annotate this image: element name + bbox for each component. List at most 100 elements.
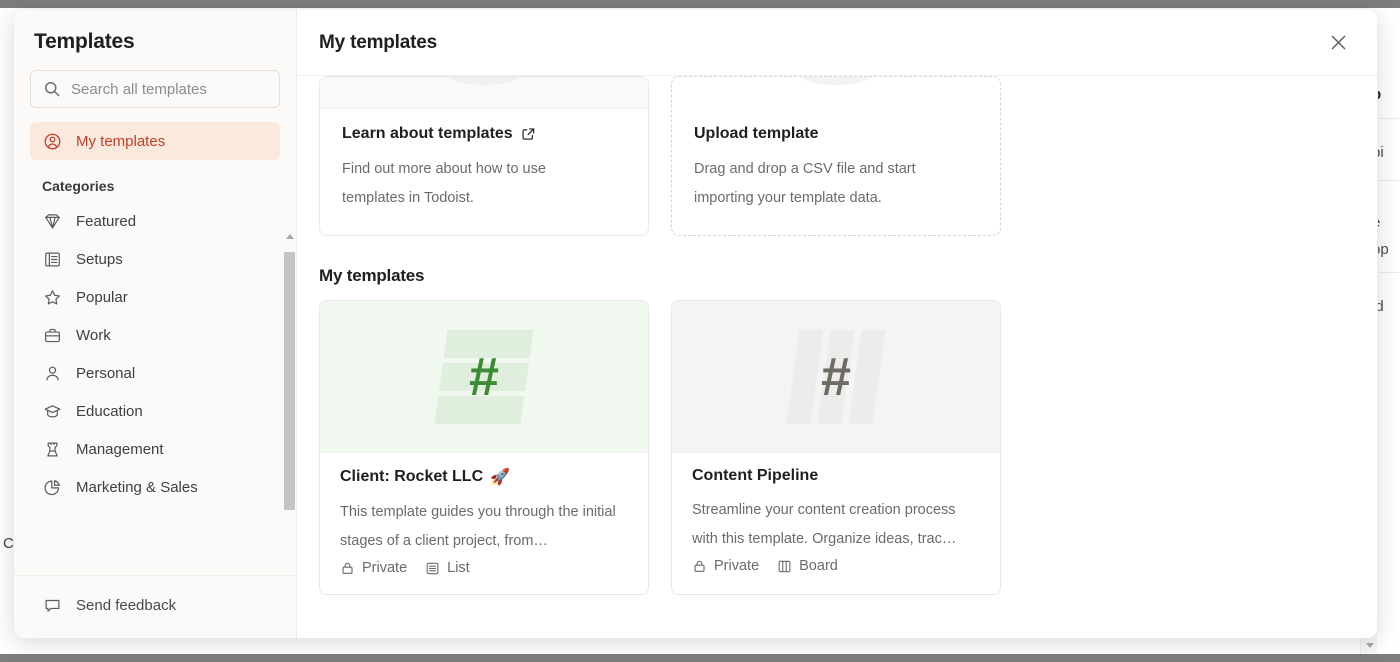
main-header: My templates [297,10,1377,76]
thumbnail-shape [793,77,879,85]
chess-rook-icon [42,440,62,459]
template-card[interactable]: # Content Pipeline Streamline your conte… [671,300,1001,595]
sidebar-item-education[interactable]: Education [30,392,280,430]
sidebar-item-label: Work [76,326,111,344]
top-cards-row: Learn about templates Find out more abou… [319,76,1355,236]
pie-chart-icon [42,478,62,497]
sidebar-item-popular[interactable]: Popular [30,278,280,316]
card-title: Learn about templates [342,125,513,142]
send-feedback-button[interactable]: Send feedback [30,586,280,624]
card-body: Upload template Drag and drop a CSV file… [672,109,1000,235]
template-thumbnail: # [672,301,1000,453]
list-panel-icon [42,250,62,269]
briefcase-icon [42,326,62,345]
upload-template-card[interactable]: Upload template Drag and drop a CSV file… [671,76,1001,236]
card-title-row: Learn about templates [342,125,626,143]
sidebar-scrollbar-up-arrow-icon[interactable] [283,230,296,243]
send-feedback-label: Send feedback [76,596,177,614]
sidebar-footer: Send feedback [14,575,296,638]
sidebar-item-label: Setups [76,250,123,268]
page-title: My templates [319,31,437,53]
list-view-icon [425,561,440,576]
sidebar-item-label: Featured [76,212,137,230]
background-text-fragment: bi [1378,144,1384,161]
lock-icon [692,559,707,574]
template-name: Client: Rocket LLC [340,468,484,485]
background-text-fragment: op [1378,241,1389,258]
graduation-cap-icon [42,402,62,421]
hash-icon: # [468,347,500,407]
card-title-row: Upload template [694,125,978,143]
template-name: Content Pipeline [692,467,819,484]
card-thumbnail [672,77,1000,109]
template-card-body: Client: Rocket LLC 🚀 This template guide… [320,453,648,594]
board-view-icon [777,559,792,574]
sidebar-item-featured[interactable]: Featured [30,202,280,240]
card-description: Drag and drop a CSV file and start impor… [694,161,916,206]
sidebar-group-label: Categories [42,178,115,194]
view-label: List [447,560,470,576]
card-body: Learn about templates Find out more abou… [320,109,648,235]
visibility-label: Private [714,558,760,574]
background-left-text-fragment: C [3,535,14,552]
template-description: Streamline your content creation process… [692,502,957,547]
hash-icon: # [820,347,852,407]
thumbnail-glyph: # [434,330,534,424]
visibility-badge: Private [692,558,759,574]
rocket-emoji-icon: 🚀 [490,469,511,486]
sidebar-item-work[interactable]: Work [30,316,280,354]
main-body[interactable]: Learn about templates Find out more abou… [297,76,1377,638]
speech-bubble-icon [42,596,62,615]
template-name-row: Client: Rocket LLC 🚀 [340,467,628,487]
search-box[interactable] [30,70,280,108]
thumbnail-glyph: # [786,330,886,424]
templates-sidebar: Templates My templates [14,10,297,638]
background-right-strip: p bi e op ld [1378,8,1400,654]
view-badge: Board [777,558,838,574]
sidebar-title: Templates [34,30,135,53]
scrollbar-down-arrow-icon[interactable] [1361,637,1378,654]
search-icon [43,80,61,98]
sidebar-item-setups[interactable]: Setups [30,240,280,278]
template-card[interactable]: # Client: Rocket LLC 🚀 This template gui… [319,300,649,595]
view-badge: List [425,560,470,576]
section-title: My templates [319,266,425,285]
star-icon [42,288,62,307]
sidebar-scrollbar[interactable] [283,230,296,575]
template-meta: Private List [340,560,628,576]
sidebar-item-management[interactable]: Management [30,430,280,468]
sidebar-item-marketing-sales[interactable]: Marketing & Sales [30,468,280,506]
view-label: Board [799,558,838,574]
sidebar-item-label: My templates [76,132,166,150]
visibility-badge: Private [340,560,407,576]
user-circle-icon [42,132,62,151]
sidebar-item-my-templates[interactable]: My templates [30,122,280,160]
diamond-icon [42,212,62,231]
thumbnail-shape [441,77,527,85]
sidebar-scrollbar-thumb[interactable] [284,252,295,510]
templates-dialog: Templates My templates [14,10,1377,638]
visibility-label: Private [362,560,408,576]
templates-main: My templates Learn about templates Find … [297,10,1377,638]
close-icon [1329,33,1348,52]
sidebar-item-label: Education [76,402,143,420]
template-name-row: Content Pipeline [692,467,980,485]
sidebar-item-label: Marketing & Sales [76,478,198,496]
search-container [14,54,296,108]
learn-about-templates-card[interactable]: Learn about templates Find out more abou… [319,76,649,236]
card-description: Find out more about how to use templates… [342,161,546,206]
template-description: This template guides you through the ini… [340,504,616,549]
close-button[interactable] [1321,26,1355,60]
card-title: Upload template [694,125,819,142]
background-text-fragment: ld [1378,298,1384,315]
sidebar-item-label: Personal [76,364,136,382]
lock-icon [340,561,355,576]
my-templates-row: # Client: Rocket LLC 🚀 This template gui… [319,300,1355,595]
sidebar-nav: My templates Categories Featured Setups … [14,108,296,575]
background-text-fragment: p [1378,86,1381,103]
search-input[interactable] [71,80,267,98]
template-card-body: Content Pipeline Streamline your content… [672,453,1000,592]
sidebar-item-label: Popular [76,288,128,306]
background-text-fragment: e [1378,214,1380,231]
sidebar-item-personal[interactable]: Personal [30,354,280,392]
